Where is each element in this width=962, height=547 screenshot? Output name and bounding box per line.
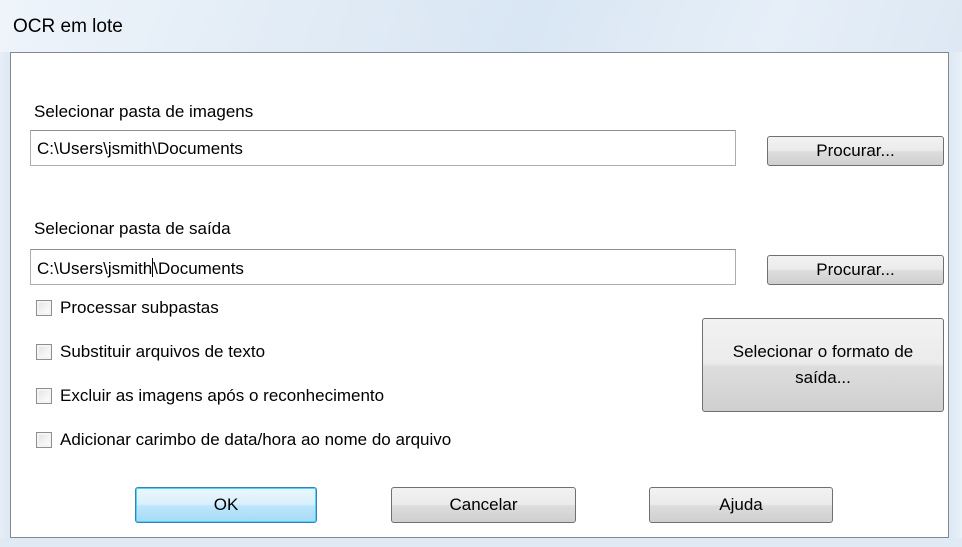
- option-process-subfolders[interactable]: Processar subpastas: [36, 297, 219, 319]
- window-title: OCR em lote: [13, 16, 123, 37]
- images-folder-input[interactable]: C:\Users\jsmith\Documents: [30, 130, 736, 166]
- output-folder-input[interactable]: C:\Users\jsmith\Documents: [30, 249, 736, 285]
- replace-text-files-label: Substituir arquivos de texto: [60, 342, 266, 361]
- window-frame-left: [0, 52, 10, 547]
- dialog-client-area: [10, 52, 949, 538]
- process-subfolders-checkbox[interactable]: [36, 300, 52, 316]
- select-output-format-line2: saída...: [795, 368, 851, 387]
- cancel-button[interactable]: Cancelar: [391, 487, 576, 523]
- delete-images-label: Excluir as imagens após o reconhecimento: [60, 386, 385, 405]
- output-folder-browse-button[interactable]: Procurar...: [767, 255, 944, 285]
- option-delete-images[interactable]: Excluir as imagens após o reconhecimento: [36, 385, 384, 407]
- process-subfolders-label: Processar subpastas: [60, 298, 219, 317]
- select-output-format-button[interactable]: Selecionar o formato de saída...: [702, 318, 944, 412]
- select-output-format-line1: Selecionar o formato de: [732, 342, 914, 361]
- output-folder-value-part1: C:\Users\jsmith: [37, 259, 153, 278]
- title-bar[interactable]: OCR em lote: [0, 0, 962, 52]
- window-frame-right: [949, 52, 962, 547]
- output-folder-value-part2: \Documents: [153, 259, 244, 278]
- option-replace-text-files[interactable]: Substituir arquivos de texto: [36, 341, 265, 363]
- option-add-timestamp[interactable]: Adicionar carimbo de data/hora ao nome d…: [36, 429, 451, 451]
- add-timestamp-label: Adicionar carimbo de data/hora ao nome d…: [60, 430, 452, 449]
- images-folder-browse-button[interactable]: Procurar...: [767, 136, 944, 166]
- delete-images-checkbox[interactable]: [36, 388, 52, 404]
- ok-button[interactable]: OK: [135, 487, 317, 523]
- images-folder-label: Selecionar pasta de imagens: [34, 102, 254, 121]
- help-button[interactable]: Ajuda: [649, 487, 833, 523]
- add-timestamp-checkbox[interactable]: [36, 432, 52, 448]
- replace-text-files-checkbox[interactable]: [36, 344, 52, 360]
- window-frame-bottom: [0, 538, 962, 547]
- batch-ocr-dialog: OCR em lote Selecionar pasta de imagens …: [0, 0, 962, 547]
- output-folder-label: Selecionar pasta de saída: [34, 219, 231, 238]
